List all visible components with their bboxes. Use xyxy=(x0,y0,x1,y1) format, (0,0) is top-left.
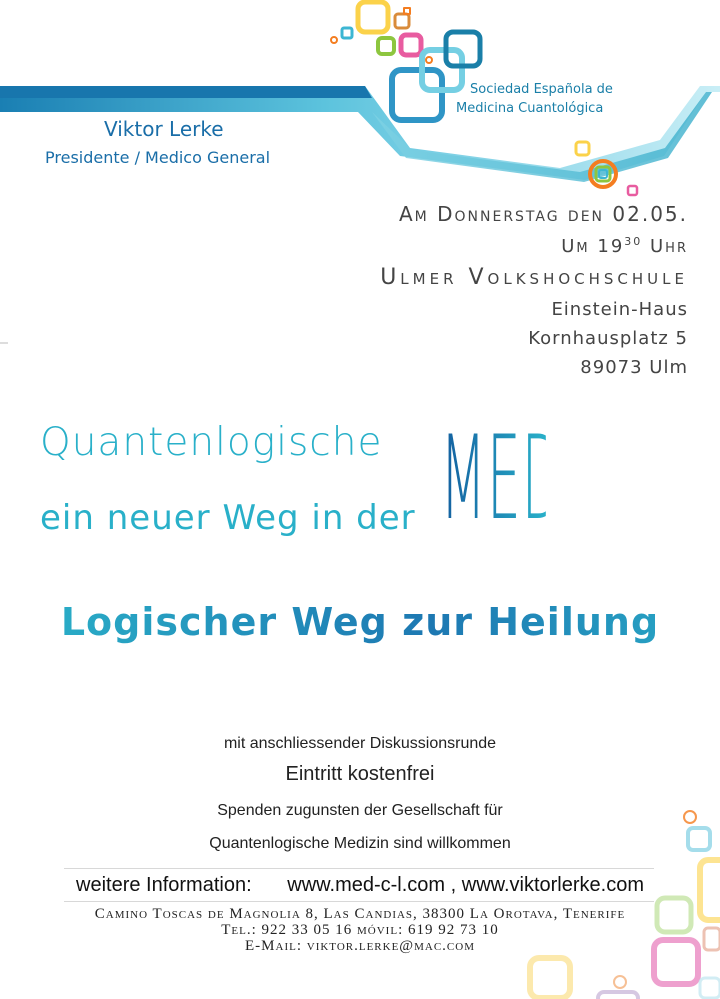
event-venue: Ulmer Volkshochschule xyxy=(380,265,688,290)
event-date: Am Donnerstag den 02.05. xyxy=(398,202,688,226)
event-time-minutes: 30 xyxy=(624,235,643,248)
organization-name: Sociedad Española de Medicina Cuantológi… xyxy=(456,80,613,118)
event-city: 89073 Ulm xyxy=(580,357,688,378)
header-band-dark xyxy=(0,86,372,98)
event-details: Am Donnerstag den 02.05. Um 1930 Uhr Ulm… xyxy=(380,200,688,382)
contact-phones: Tel.: 922 33 05 16 móvil: 619 92 73 10 xyxy=(221,922,499,938)
event-time-hour: Um 19 xyxy=(561,236,625,257)
title-line2: ein neuer Weg in der xyxy=(40,498,416,538)
info-donations-line1: Spenden zugunsten der Gesellschaft für xyxy=(217,802,503,819)
web-info-box: weitere Information: www.med-c-l.com , w… xyxy=(64,868,654,902)
web-info-links[interactable]: www.med-c-l.com , www.viktorlerke.com xyxy=(287,869,644,901)
web-info-label: weitere Information: xyxy=(76,874,252,896)
tagline: Logischer Weg zur Heilung xyxy=(0,600,720,644)
speaker-name: Viktor Lerke xyxy=(104,117,224,141)
info-donations-line2: Quantenlogische Medizin sind willkommen xyxy=(209,835,511,852)
contact-email[interactable]: E-Mail: viktor.lerke@mac.com xyxy=(0,938,720,954)
title-big-word: MEDIZIN xyxy=(440,411,676,546)
event-time-unit: Uhr xyxy=(642,236,688,257)
info-admission: Eintritt kostenfrei xyxy=(285,763,435,785)
speaker-role: Presidente / Medico General xyxy=(45,148,271,167)
title-line1: Quantenlogische xyxy=(40,420,383,465)
contact-address: Camino Toscas de Magnolia 8, Las Candias… xyxy=(94,906,626,922)
organization-name-line1: Sociedad Española de xyxy=(470,82,613,97)
event-street: Kornhausplatz 5 xyxy=(528,328,688,349)
event-building: Einstein-Haus xyxy=(551,299,688,320)
event-time: Um 1930 Uhr xyxy=(380,228,688,261)
info-discussion: mit anschliessender Diskussionsrunde xyxy=(223,735,497,752)
organization-name-line2: Medicina Cuantológica xyxy=(456,101,604,116)
